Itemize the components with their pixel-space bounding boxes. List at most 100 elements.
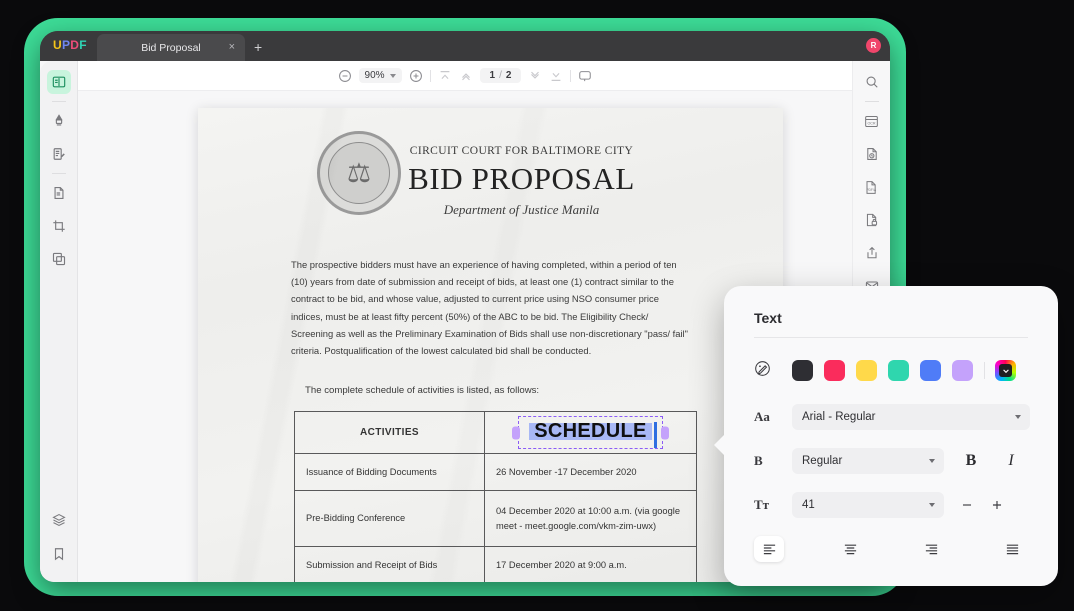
font-family-select[interactable]: Arial - Regular	[792, 404, 1030, 430]
font-style-value: Regular	[802, 455, 843, 467]
last-page-icon[interactable]	[549, 69, 563, 83]
sidebar-item-convert-pdf[interactable]	[47, 181, 71, 205]
logo-letter: F	[79, 38, 87, 52]
table-header-activities: ACTIVITIES	[294, 411, 485, 454]
document-eyebrow: CIRCUIT COURT FOR BALTIMORE CITY	[409, 145, 634, 157]
more-colors-picker[interactable]	[995, 360, 1016, 381]
rail-divider-2	[51, 173, 66, 174]
right-rail-divider	[864, 101, 879, 102]
updf-logo: UPDF	[53, 38, 87, 52]
svg-text:PDF/A: PDF/A	[866, 187, 877, 191]
color-swatch-blue[interactable]	[920, 360, 941, 381]
next-page-icon[interactable]	[528, 69, 542, 83]
sidebar-item-reader[interactable]	[46, 70, 71, 94]
text-alignment-row	[754, 536, 1028, 562]
color-swatch-purple[interactable]	[952, 360, 973, 381]
title-bar: UPDF Bid Proposal × + R	[40, 31, 890, 61]
document-toolbar: 90% 1 / 2	[78, 61, 852, 91]
color-swatch-pink[interactable]	[824, 360, 845, 381]
bold-button[interactable]: B	[958, 448, 984, 474]
current-page-value: 1	[489, 70, 496, 81]
comment-icon[interactable]	[578, 69, 592, 83]
chevron-down-icon	[1015, 415, 1021, 419]
page-number-input[interactable]: 1 / 2	[479, 68, 522, 83]
pdf-page[interactable]: ⚖ CIRCUIT COURT FOR BALTIMORE CITY BID P…	[198, 108, 783, 582]
align-center-button[interactable]	[835, 536, 865, 562]
table-cell-schedule: 26 November -17 December 2020	[484, 453, 697, 491]
font-size-select[interactable]: 41	[792, 492, 944, 518]
panel-title: Text	[754, 310, 782, 326]
page-separator: /	[499, 70, 502, 81]
font-style-select[interactable]: Regular	[792, 448, 944, 474]
new-tab-icon[interactable]: +	[254, 40, 262, 54]
pdf-a-icon[interactable]: PDF/A	[860, 175, 884, 199]
align-left-button[interactable]	[754, 536, 784, 562]
increase-font-size-button[interactable]	[984, 492, 1010, 518]
decrease-font-size-button[interactable]	[954, 492, 980, 518]
left-toolbar-bottom	[40, 508, 78, 566]
share-icon[interactable]	[860, 241, 884, 265]
align-justify-button[interactable]	[998, 536, 1028, 562]
table-cell-activity: Pre-Bidding Conference	[294, 490, 485, 547]
rail-divider	[51, 101, 66, 102]
table-row: Submission and Receipt of Bids 17 Decemb…	[294, 546, 697, 582]
table-cell-schedule: 17 December 2020 at 9:00 a.m.	[484, 546, 697, 582]
italic-button[interactable]: I	[998, 448, 1024, 474]
document-tab[interactable]: Bid Proposal ×	[97, 34, 245, 61]
chevron-down-icon	[999, 364, 1012, 377]
table-cell-activity: Submission and Receipt of Bids	[294, 546, 485, 582]
align-right-button[interactable]	[917, 536, 947, 562]
sidebar-item-annotate-highlight[interactable]	[47, 109, 71, 133]
svg-text:OCR: OCR	[867, 121, 875, 125]
compress-icon[interactable]	[860, 142, 884, 166]
avatar[interactable]: R	[866, 38, 881, 53]
search-icon[interactable]	[860, 70, 884, 94]
chevron-down-icon	[929, 503, 935, 507]
font-style-label: B	[754, 453, 763, 468]
selection-handle-right[interactable]	[660, 426, 669, 439]
sidebar-item-organize-pages[interactable]	[47, 247, 71, 271]
font-size-stepper	[954, 492, 1010, 518]
text-color-row	[754, 360, 1016, 381]
selection-handle-left[interactable]	[512, 426, 521, 439]
color-swatch-teal[interactable]	[888, 360, 909, 381]
logo-letter: U	[53, 38, 62, 52]
prev-page-icon[interactable]	[459, 69, 473, 83]
document-paragraph: The prospective bidders must have an exp…	[291, 259, 688, 357]
schedule-table: ACTIVITIES SCHEDULE Issuance of Bidding …	[294, 411, 697, 582]
logo-letter: P	[61, 38, 71, 52]
table-row: Pre-Bidding Conference 04 December 2020 …	[294, 490, 697, 547]
logo-letter: D	[70, 38, 80, 52]
selected-text-object[interactable]: SCHEDULE	[512, 416, 669, 449]
table-header-schedule-cell[interactable]: SCHEDULE	[484, 411, 697, 454]
toolbar-divider-1	[429, 69, 431, 82]
zoom-level-select[interactable]: 90%	[358, 68, 402, 83]
ocr-icon[interactable]: OCR	[860, 109, 884, 133]
protect-lock-icon[interactable]	[860, 208, 884, 232]
zoom-in-icon[interactable]	[409, 69, 423, 83]
layers-icon[interactable]	[47, 508, 71, 532]
sidebar-item-edit-pdf[interactable]	[47, 142, 71, 166]
left-toolbar	[40, 61, 78, 582]
document-subtitle: Department of Justice Manila	[443, 202, 600, 217]
close-icon[interactable]: ×	[229, 41, 235, 53]
text-cursor	[653, 422, 657, 448]
font-style-row: B Regular B I	[754, 448, 1024, 474]
color-palette-icon	[754, 360, 781, 381]
first-page-icon[interactable]	[438, 69, 452, 83]
color-swatch-dark[interactable]	[792, 360, 813, 381]
panel-pointer-tail	[714, 434, 725, 456]
table-header-row: ACTIVITIES SCHEDULE	[294, 411, 697, 454]
bookmark-icon[interactable]	[47, 542, 71, 566]
zoom-out-icon[interactable]	[338, 69, 352, 83]
font-family-row: Aa Arial - Regular	[754, 404, 1030, 430]
color-swatch-yellow[interactable]	[856, 360, 877, 381]
selected-text-value: SCHEDULE	[529, 421, 652, 441]
table-row: Issuance of Bidding Documents 26 Novembe…	[294, 453, 697, 491]
sidebar-item-crop-page[interactable]	[47, 214, 71, 238]
font-family-value: Arial - Regular	[802, 411, 876, 423]
table-cell-schedule: 04 December 2020 at 10:00 a.m. (via goog…	[484, 490, 697, 547]
document-tab-label: Bid Proposal	[141, 41, 201, 54]
font-size-value: 41	[802, 499, 815, 511]
document-title: BID PROPOSAL	[408, 161, 635, 196]
